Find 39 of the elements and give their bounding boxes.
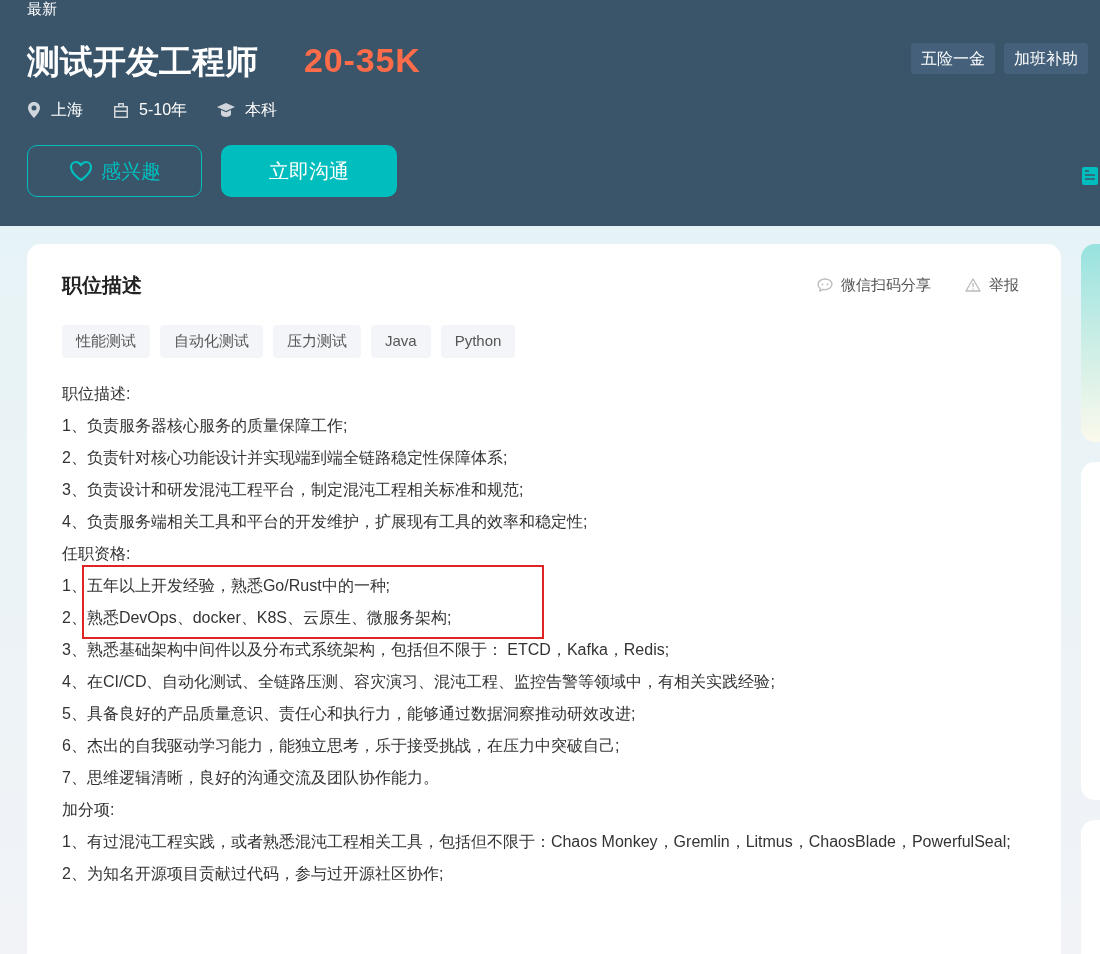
description-line: 3、负责设计和研发混沌工程平台，制定混沌工程相关标准和规范;	[62, 480, 525, 500]
description-line: 6、杰出的自我驱动学习能力，能独立思考，乐于接受挑战，在压力中突破自己;	[62, 736, 621, 756]
description-line: 2、为知名开源项目贡献过代码，参与过开源社区协作;	[62, 864, 445, 884]
description-line: 3、熟悉基础架构中间件以及分布式系统架构，包括但不限于： ETCD，Kafka，Redis;	[62, 640, 671, 660]
meta-text: 本科	[245, 100, 278, 120]
description-line: 职位描述:	[62, 384, 132, 404]
meta-text: 5-10年	[139, 100, 188, 120]
heart-icon	[68, 160, 93, 182]
benefit-tag: 加班补助	[1004, 43, 1088, 74]
description-line: 7、思维逻辑清晰，良好的沟通交流及团队协作能力。	[62, 768, 440, 788]
badge-text: 最新	[27, 0, 57, 18]
meta-text: 上海	[51, 100, 83, 120]
briefcase-icon	[113, 102, 129, 118]
benefit-tag: 五险一金	[911, 43, 995, 74]
warning-icon	[965, 278, 981, 292]
description-line: 1、负责服务器核心服务的质量保障工作;	[62, 416, 349, 436]
skill-tag: Java	[371, 325, 431, 358]
interest-button[interactable]: 感兴趣	[27, 145, 202, 197]
description-line: 1、有过混沌工程实践，或者熟悉混沌工程相关工具，包括但不限于：Chaos Monkey，Gremlin，Litmus，ChaosBlade，PowerfulSeal;	[62, 832, 1012, 852]
skill-tag: 压力测试	[273, 325, 361, 358]
description-line: 加分项:	[62, 800, 116, 820]
description-line: 任职资格:	[62, 544, 132, 564]
skill-tag: 自动化测试	[160, 325, 263, 358]
description-line: 4、在CI/CD、自动化测试、全链路压测、容灾演习、混沌工程、监控告警等领域中，有相关实践经验;	[62, 672, 776, 692]
salary-text: 20-35K	[304, 40, 421, 80]
description-line: 1、五年以上开发经验，熟悉Go/Rust中的一种;	[62, 576, 392, 596]
description-line: 2、负责针对核心功能设计并实现端到端全链路稳定性保障体系;	[62, 448, 509, 468]
skill-tag: 性能测试	[62, 325, 150, 358]
description-line: 5、具备良好的产品质量意识、责任心和执行力，能够通过数据洞察推动研效改进;	[62, 704, 637, 724]
description-line: 4、负责服务端相关工具和平台的开发维护，扩展现有工具的效率和稳定性;	[62, 512, 589, 532]
description-line: 2、熟悉DevOps、docker、K8S、云原生、微服务架构;	[62, 608, 453, 628]
skill-tag: Python	[440, 325, 516, 358]
chat-bubble-icon	[817, 278, 833, 292]
location-pin-icon	[27, 102, 41, 118]
job-title: 测试开发工程师	[27, 42, 258, 82]
action-link[interactable]: 举报	[965, 273, 1019, 297]
graduation-cap-icon	[217, 103, 236, 117]
action-link[interactable]: 微信扫码分享	[817, 273, 931, 297]
section-title: 职位描述	[62, 273, 142, 298]
